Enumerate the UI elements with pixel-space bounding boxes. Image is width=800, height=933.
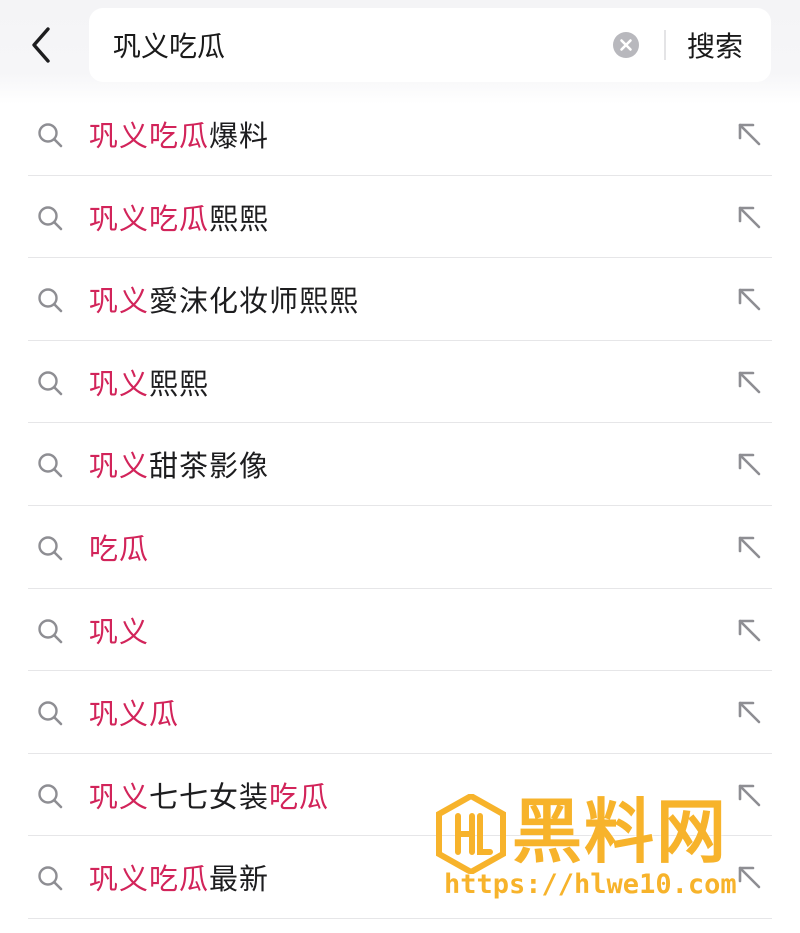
suggestion-text: 吃瓜 bbox=[89, 506, 149, 588]
suggestion-keyword-rest: 甜茶影像 bbox=[149, 449, 270, 484]
search-icon bbox=[38, 618, 63, 643]
suggestion-item[interactable]: 巩义 熙熙 bbox=[0, 341, 800, 424]
suggestion-keyword-match: 吃瓜 bbox=[269, 779, 330, 814]
fill-query-arrow-icon[interactable] bbox=[734, 697, 764, 727]
suggestion-item[interactable]: 巩义 甜茶影像 bbox=[0, 423, 800, 506]
suggestion-text: 巩义 bbox=[89, 589, 149, 671]
suggestion-keyword-match: 巩义 bbox=[89, 284, 150, 319]
suggestion-item[interactable]: 巩义 愛沫化妆师熙熙 bbox=[0, 258, 800, 341]
suggestion-item[interactable]: 巩义吃瓜 爆料 bbox=[0, 93, 800, 176]
suggestion-keyword-match: 巩义吃瓜 bbox=[89, 201, 210, 236]
suggestion-item[interactable]: 巩义吃瓜 最新 bbox=[0, 836, 800, 919]
suggestion-text: 巩义 七七女装 吃瓜 bbox=[89, 754, 329, 836]
search-input[interactable] bbox=[113, 8, 603, 82]
suggestion-item[interactable]: 巩义吃瓜 熙熙 bbox=[0, 176, 800, 259]
suggestion-keyword-match: 巩义 bbox=[89, 366, 150, 401]
clear-circle-icon[interactable] bbox=[613, 32, 639, 58]
fill-query-arrow-icon[interactable] bbox=[734, 449, 764, 479]
suggestion-keyword-rest: 熙熙 bbox=[149, 366, 210, 401]
search-box: 搜索 bbox=[89, 8, 771, 82]
suggestion-keyword-match: 巩义 bbox=[89, 614, 150, 649]
search-divider bbox=[664, 30, 666, 60]
suggestion-keyword-match: 巩义 bbox=[89, 449, 150, 484]
search-icon bbox=[38, 784, 63, 809]
search-icon bbox=[38, 453, 63, 478]
suggestion-keyword-match: 吃瓜 bbox=[89, 531, 150, 566]
suggestion-keyword-rest: 爆料 bbox=[209, 119, 270, 153]
search-icon bbox=[38, 123, 63, 148]
search-icon bbox=[38, 288, 63, 313]
suggestion-keyword-rest: 熙熙 bbox=[209, 201, 270, 236]
suggestion-keyword-match: 巩义吃瓜 bbox=[89, 119, 210, 153]
search-icon bbox=[38, 866, 63, 891]
search-screen: 搜索 巩义吃瓜爆料巩义吃瓜熙熙巩义愛沫化妆师熙熙巩义熙熙巩义甜茶影像吃瓜巩义巩义… bbox=[0, 0, 800, 933]
suggestion-keyword-match: 巩义 bbox=[89, 779, 150, 814]
suggestion-item[interactable]: 吃瓜 bbox=[0, 506, 800, 589]
suggestion-list: 巩义吃瓜 爆料 巩义吃瓜 熙熙 巩义 愛沫化妆师熙熙 巩义 熙熙 巩义 甜茶影像 吃瓜 巩义 巩义瓜 巩义… bbox=[0, 93, 800, 919]
suggestion-text: 巩义 甜茶影像 bbox=[89, 423, 269, 505]
suggestion-keyword-rest: 七七女装 bbox=[149, 779, 270, 814]
fill-query-arrow-icon[interactable] bbox=[734, 780, 764, 810]
suggestion-text: 巩义吃瓜 爆料 bbox=[89, 93, 269, 175]
top-bar: 搜索 bbox=[0, 0, 800, 104]
fill-query-arrow-icon[interactable] bbox=[734, 615, 764, 645]
suggestion-keyword-match: 巩义吃瓜 bbox=[89, 862, 210, 897]
search-icon bbox=[38, 371, 63, 396]
fill-query-arrow-icon[interactable] bbox=[734, 862, 764, 892]
search-icon bbox=[38, 536, 63, 561]
suggestion-keyword-match: 巩义瓜 bbox=[89, 697, 180, 732]
suggestion-text: 巩义吃瓜 最新 bbox=[89, 836, 269, 918]
suggestion-text: 巩义瓜 bbox=[89, 671, 179, 753]
search-icon bbox=[38, 701, 63, 726]
suggestion-item[interactable]: 巩义瓜 bbox=[0, 671, 800, 754]
suggestion-keyword-rest: 最新 bbox=[209, 862, 270, 897]
fill-query-arrow-icon[interactable] bbox=[734, 284, 764, 314]
suggestion-text: 巩义 愛沫化妆师熙熙 bbox=[89, 258, 359, 340]
fill-query-arrow-icon[interactable] bbox=[734, 202, 764, 232]
suggestion-text: 巩义 熙熙 bbox=[89, 341, 209, 423]
suggestion-item[interactable]: 巩义 bbox=[0, 589, 800, 672]
back-button[interactable] bbox=[18, 22, 64, 68]
search-icon bbox=[38, 205, 63, 230]
suggestion-keyword-rest: 愛沫化妆师熙熙 bbox=[149, 284, 360, 319]
fill-query-arrow-icon[interactable] bbox=[734, 367, 764, 397]
suggestion-text: 巩义吃瓜 熙熙 bbox=[89, 176, 269, 258]
fill-query-arrow-icon[interactable] bbox=[734, 532, 764, 562]
chevron-left-icon bbox=[32, 27, 50, 63]
fill-query-arrow-icon[interactable] bbox=[734, 119, 764, 149]
search-button[interactable]: 搜索 bbox=[687, 8, 743, 82]
suggestion-item[interactable]: 巩义 七七女装 吃瓜 bbox=[0, 754, 800, 837]
